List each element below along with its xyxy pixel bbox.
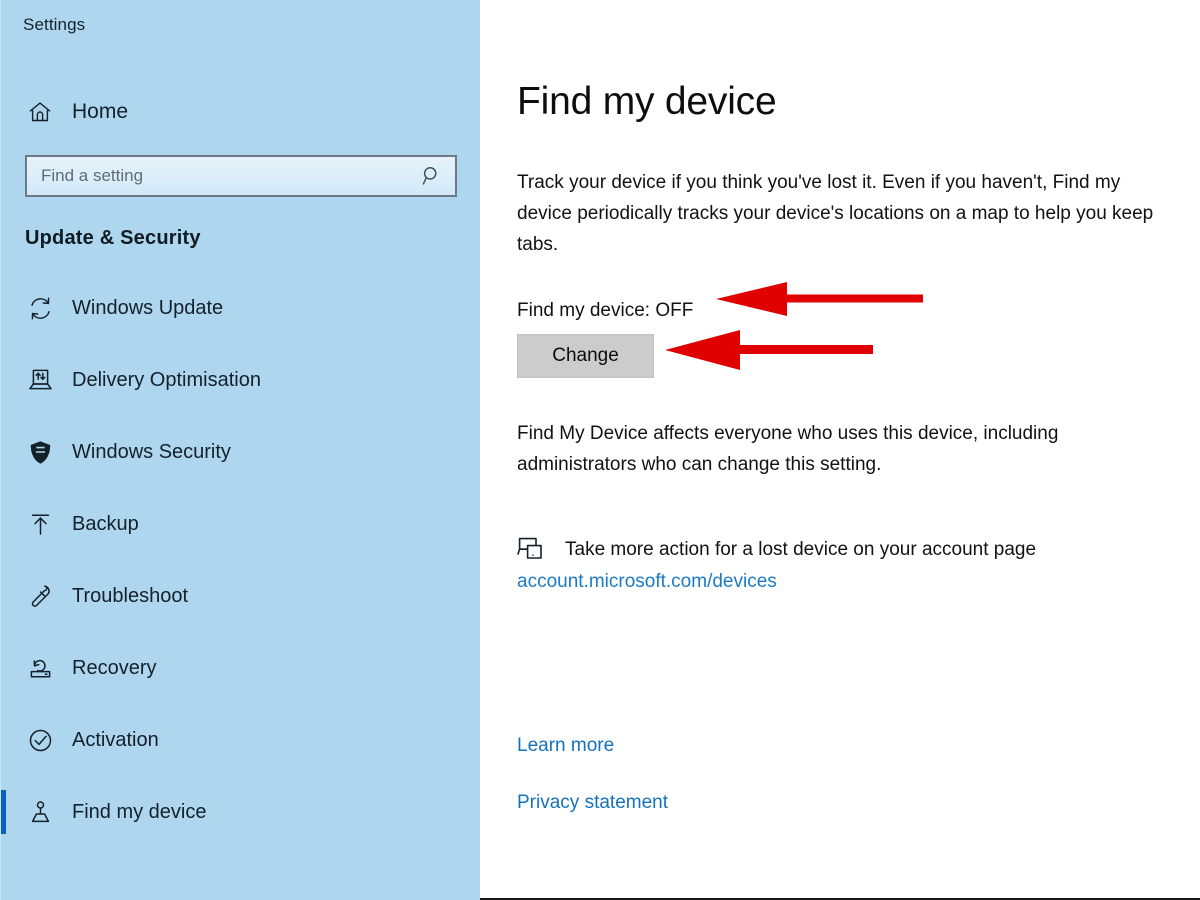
- sidebar: Settings Home Update & Security: [0, 0, 480, 900]
- window-title: Settings: [23, 15, 85, 35]
- sidebar-item-activation[interactable]: Activation: [1, 704, 480, 776]
- change-button[interactable]: Change: [517, 334, 654, 378]
- download-tray-icon: [25, 365, 55, 395]
- account-page-line: Take more action for a lost device on yo…: [517, 536, 1200, 564]
- sidebar-item-windows-security[interactable]: Windows Security: [1, 416, 480, 488]
- sidebar-section-heading: Update & Security: [1, 227, 480, 250]
- main-content: Find my device Track your device if you …: [480, 0, 1200, 898]
- sidebar-item-troubleshoot[interactable]: Troubleshoot: [1, 560, 480, 632]
- privacy-statement-link[interactable]: Privacy statement: [517, 792, 668, 814]
- page-title: Find my device: [517, 80, 1200, 124]
- home-icon: [25, 97, 55, 127]
- locate-device-icon: [25, 797, 55, 827]
- account-page-block: Take more action for a lost device on yo…: [517, 536, 1200, 593]
- affects-description: Find My Device affects everyone who uses…: [517, 418, 1137, 480]
- sidebar-item-label: Windows Security: [72, 441, 231, 464]
- sidebar-item-label: Recovery: [72, 657, 156, 680]
- sidebar-item-windows-update[interactable]: Windows Update: [1, 272, 480, 344]
- shield-icon: [25, 437, 55, 467]
- sidebar-item-label: Troubleshoot: [72, 585, 188, 608]
- wrench-icon: [25, 581, 55, 611]
- sidebar-nav-list: Windows Update Delivery Optimisation: [1, 272, 480, 848]
- sidebar-item-label: Find my device: [72, 801, 207, 824]
- title-bar: Settings: [1, 0, 480, 58]
- sidebar-item-label: Backup: [72, 513, 139, 536]
- selection-indicator: [1, 790, 6, 834]
- footer-links: Learn more Privacy statement: [517, 735, 668, 814]
- sidebar-item-backup[interactable]: Backup: [1, 488, 480, 560]
- devices-icon: [517, 536, 549, 564]
- sidebar-item-label: Delivery Optimisation: [72, 369, 261, 392]
- account-page-link[interactable]: account.microsoft.com/devices: [517, 571, 777, 593]
- settings-window: Settings Home Update & Security: [0, 0, 1200, 900]
- upload-arrow-icon: [25, 509, 55, 539]
- sidebar-item-label: Activation: [72, 729, 159, 752]
- learn-more-link[interactable]: Learn more: [517, 735, 668, 757]
- sidebar-item-home[interactable]: Home: [1, 88, 480, 136]
- sidebar-item-label: Windows Update: [72, 297, 223, 320]
- search-input[interactable]: [27, 158, 411, 194]
- search-box[interactable]: [25, 155, 457, 197]
- find-my-device-status: Find my device: OFF: [517, 300, 1200, 322]
- sidebar-item-find-my-device[interactable]: Find my device: [1, 776, 480, 848]
- sidebar-item-delivery-optimisation[interactable]: Delivery Optimisation: [1, 344, 480, 416]
- recovery-icon: [25, 653, 55, 683]
- sidebar-item-home-label: Home: [72, 100, 128, 124]
- account-page-text: Take more action for a lost device on yo…: [565, 539, 1036, 561]
- sidebar-item-recovery[interactable]: Recovery: [1, 632, 480, 704]
- check-circle-icon: [25, 725, 55, 755]
- intro-description: Track your device if you think you've lo…: [517, 167, 1177, 260]
- search-icon[interactable]: [421, 165, 443, 187]
- sync-icon: [25, 293, 55, 323]
